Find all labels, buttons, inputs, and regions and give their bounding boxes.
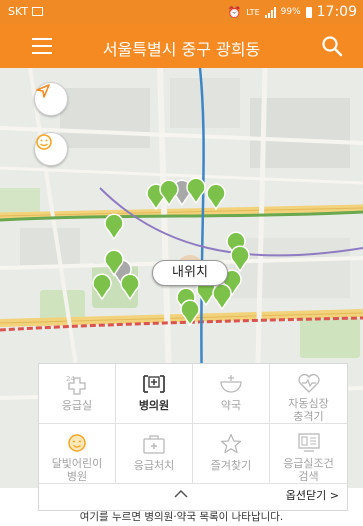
battery-percent: 99% <box>280 7 301 17</box>
network-type: LTE <box>246 7 260 17</box>
alarm-icon: ⏰ <box>227 5 242 19</box>
chevron-up-icon[interactable] <box>174 489 188 499</box>
location-title: 서울특별시 중구 광희동 <box>102 40 261 59</box>
option-hospital[interactable]: 병의원 <box>116 364 193 424</box>
first-aid-kit-icon <box>141 432 167 456</box>
search-icon[interactable] <box>321 35 343 57</box>
carrier-label: SKT <box>8 5 29 18</box>
option-panel: 24 응급실 병의원 약국 자동심장 충격기 달빛어린이 병원 응급처치 즐겨찾… <box>38 363 348 511</box>
option-label: 즐겨찾기 <box>210 459 252 472</box>
battery-icon <box>305 6 312 18</box>
my-location-label[interactable]: 내위치 <box>152 260 228 286</box>
er-24h-icon: 24 <box>64 372 90 396</box>
option-first-aid[interactable]: 응급처치 <box>116 424 193 484</box>
close-options-button[interactable]: 옵션닫기 > <box>286 487 339 503</box>
er-condition-search-icon <box>296 432 322 454</box>
option-aed[interactable]: 자동심장 충격기 <box>270 364 347 424</box>
option-grid: 24 응급실 병의원 약국 자동심장 충격기 달빛어린이 병원 응급처치 즐겨찾… <box>39 364 347 484</box>
option-favorites[interactable]: 즐겨찾기 <box>193 424 270 484</box>
smile-button[interactable] <box>34 132 68 166</box>
option-label: 약국 <box>220 399 242 412</box>
list-hint-text[interactable]: 여기를 누르면 병의원·약국 목록이 나타납니다. <box>0 509 363 524</box>
clock: 17:09 <box>316 4 357 20</box>
status-right: ⏰ LTE 99% 17:09 <box>228 4 357 20</box>
aed-icon <box>296 372 322 394</box>
option-label: 응급처치 <box>133 459 175 472</box>
status-bar: SKT ⏰ LTE 99% 17:09 <box>0 0 363 24</box>
option-label: 달빛어린이 병원 <box>51 457 103 483</box>
option-label: 응급실조건 검색 <box>283 457 334 483</box>
option-label: 자동심장 충격기 <box>288 397 329 423</box>
image-notification-icon <box>32 7 44 16</box>
my-location-button[interactable] <box>34 82 68 116</box>
smile-icon <box>36 134 52 150</box>
option-emergency-room[interactable]: 24 응급실 <box>39 364 116 424</box>
option-label: 응급실 <box>61 399 93 412</box>
option-label: 병의원 <box>138 399 170 412</box>
navigation-arrow-icon <box>36 84 50 98</box>
hospital-icon <box>141 372 167 396</box>
moon-child-icon <box>64 432 90 454</box>
pharmacy-icon <box>218 372 244 396</box>
option-er-condition-search[interactable]: 응급실조건 검색 <box>270 424 347 484</box>
app-bar: 서울특별시 중구 광희동 <box>0 24 363 68</box>
option-moonlight-child-hospital[interactable]: 달빛어린이 병원 <box>39 424 116 484</box>
star-icon <box>218 432 244 456</box>
signal-icon <box>264 6 276 18</box>
status-left: SKT <box>8 5 44 18</box>
option-pharmacy[interactable]: 약국 <box>193 364 270 424</box>
